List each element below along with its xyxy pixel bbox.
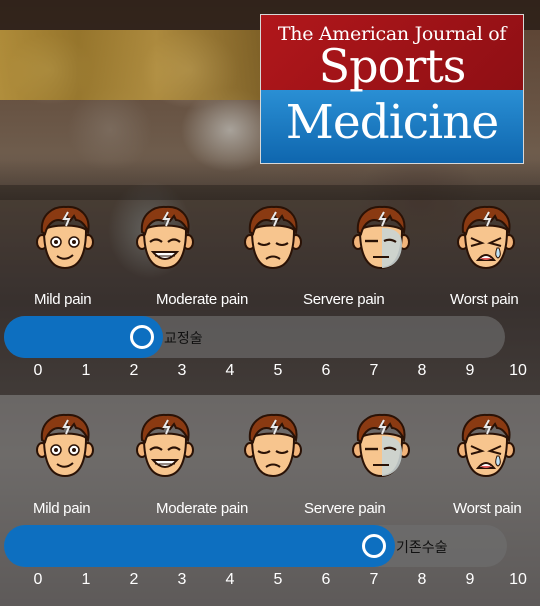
pain-slider-handle[interactable] [130, 325, 154, 349]
scale-tick-label: 0 [33, 571, 43, 588]
scale-tick-label: 4 [225, 571, 235, 588]
pain-slider-handle[interactable] [362, 534, 386, 558]
pain-label: Moderate pain [156, 291, 248, 308]
scale-tick-label: 4 [225, 362, 235, 379]
background-seats [0, 30, 260, 100]
scale-tick-label: 1 [81, 362, 91, 379]
scale-tick-label: 8 [417, 362, 427, 379]
scale-tick-label: 0 [33, 362, 43, 379]
frown-face-icon [244, 412, 302, 478]
pain-label: Servere pain [304, 500, 386, 517]
grin-face-icon [136, 204, 194, 270]
logo-line-3: Medicine [285, 95, 500, 150]
smile-face-icon [36, 412, 94, 478]
pain-slider-label: 교정술 [164, 330, 203, 346]
logo-line-2: Sports [318, 39, 467, 93]
pain-label: Mild pain [33, 500, 91, 517]
scale-tick-label: 5 [273, 571, 283, 588]
crying-face-icon [457, 204, 515, 270]
scale-tick-label: 7 [369, 362, 379, 379]
scale-tick-label: 3 [177, 362, 187, 379]
scale-tick-label: 8 [417, 571, 427, 588]
pain-label: Worst pain [450, 291, 519, 308]
frown-face-icon [244, 204, 302, 270]
scale-tick-label: 2 [129, 362, 139, 379]
scale-tick-label: 9 [465, 571, 475, 588]
scale-tick-label: 6 [321, 571, 331, 588]
scale-tick-label: 2 [129, 571, 139, 588]
scale-tick-label: 6 [321, 362, 331, 379]
journal-logo: The American Journal of Sports Medicine [260, 14, 524, 164]
scale-tick-label: 9 [465, 362, 475, 379]
scale-tick-label: 3 [177, 571, 187, 588]
smile-face-icon [36, 204, 94, 270]
pain-slider-label: 기존수술 [396, 539, 448, 555]
grin-face-icon [136, 412, 194, 478]
scale-tick-label: 7 [369, 571, 379, 588]
scale-tick-label: 5 [273, 362, 283, 379]
pain-label: Mild pain [34, 291, 92, 308]
pained-face-icon [352, 412, 410, 478]
scale-tick-label: 10 [509, 362, 527, 379]
pained-face-icon [352, 204, 410, 270]
pain-label: Worst pain [453, 500, 522, 517]
pain-slider-fill [4, 525, 395, 567]
scale-tick-label: 1 [81, 571, 91, 588]
pain-label: Servere pain [303, 291, 385, 308]
crying-face-icon [457, 412, 515, 478]
pain-label: Moderate pain [156, 500, 248, 517]
scale-tick-label: 10 [509, 571, 527, 588]
